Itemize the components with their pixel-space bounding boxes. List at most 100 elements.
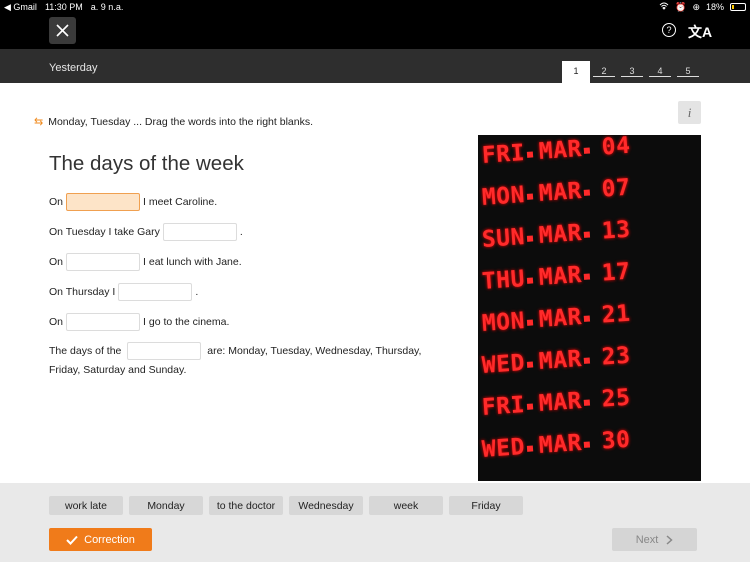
drop-blank-3[interactable] xyxy=(66,253,141,271)
led-row: WED MAR 30 xyxy=(481,427,633,463)
next-button[interactable]: Next xyxy=(612,528,697,551)
sentence-2: On Tuesday I take Gary . xyxy=(49,223,243,241)
page-tabs: 12345 xyxy=(562,61,702,83)
drop-blank-5[interactable] xyxy=(66,313,141,331)
word-chip[interactable]: to the doctor xyxy=(209,496,283,515)
wifi-icon xyxy=(659,2,669,12)
led-dot xyxy=(526,235,534,242)
help-icon: ? xyxy=(666,25,672,35)
led-marker xyxy=(632,140,633,158)
led-row: FRI MAR 25 xyxy=(481,385,633,421)
page-tab-2[interactable]: 2 xyxy=(590,61,618,83)
close-button[interactable] xyxy=(49,17,76,44)
led-date: 30 xyxy=(600,426,632,455)
page-tab-3[interactable]: 3 xyxy=(618,61,646,83)
led-dot xyxy=(526,361,534,368)
led-date: 17 xyxy=(600,258,632,287)
page-tab-1[interactable]: 1 xyxy=(562,61,590,83)
led-date: 13 xyxy=(600,216,632,245)
instruction: ⇆ Monday, Tuesday ... Drag the words int… xyxy=(34,115,313,129)
battery-level xyxy=(732,5,734,9)
page-tab-5[interactable]: 5 xyxy=(674,61,702,83)
sentence-text-before: On Tuesday I take Gary xyxy=(49,226,160,238)
word-bank-panel: work late Monday to the doctor Wednesday wee… xyxy=(0,483,750,562)
led-date: 25 xyxy=(600,384,632,413)
sentence-text-before: On Thursday I xyxy=(49,286,116,298)
instruction-text: Monday, Tuesday ... Drag the words into … xyxy=(48,115,313,128)
sentence-text-after: . xyxy=(195,286,199,298)
led-dot xyxy=(583,273,591,280)
page-tab-4[interactable]: 4 xyxy=(646,61,674,83)
top-bar: ? 文A xyxy=(0,14,750,49)
sentence-1: On I meet Caroline. xyxy=(49,193,217,211)
next-label: Next xyxy=(635,533,659,546)
word-chip[interactable]: work late xyxy=(49,496,123,515)
sentence-text-after: I eat lunch with Jane. xyxy=(143,256,242,268)
drag-swap-icon: ⇆ xyxy=(34,116,44,128)
led-day: MON xyxy=(481,308,526,337)
led-marker xyxy=(632,182,633,200)
led-dot xyxy=(583,357,591,364)
led-month: MAR xyxy=(538,178,583,207)
clock: 11:30 PM xyxy=(44,2,83,12)
drop-blank-4[interactable] xyxy=(118,283,193,301)
led-dot xyxy=(583,315,591,322)
led-day: FRI xyxy=(481,392,526,421)
word-chip[interactable]: Wednesday xyxy=(289,496,363,515)
led-marker xyxy=(632,266,633,284)
led-month: MAR xyxy=(538,346,583,375)
led-date: 23 xyxy=(600,342,632,371)
led-dot xyxy=(526,193,534,200)
word-chip[interactable]: week xyxy=(369,496,443,515)
lesson-title: Yesterday xyxy=(49,62,98,74)
sentence-text-before: On xyxy=(49,196,64,208)
led-dot xyxy=(526,319,534,326)
led-marker xyxy=(632,434,633,452)
word-chip[interactable]: Monday xyxy=(129,496,203,515)
led-day: FRI xyxy=(481,140,526,169)
led-month: MAR xyxy=(538,220,583,249)
status-bar: ◀ Gmail 11:30 PM a. 9 n.a. ⏰ ⊕ 18% xyxy=(0,0,750,14)
drop-blank-6[interactable] xyxy=(127,342,202,361)
drop-blank-1[interactable] xyxy=(66,193,141,211)
led-row: WED MAR 23 xyxy=(481,343,633,379)
led-dot xyxy=(583,399,591,406)
correction-button[interactable]: Correction xyxy=(49,528,152,551)
translate-button[interactable]: 文A xyxy=(688,22,712,42)
led-row: THU MAR 17 xyxy=(481,259,633,295)
led-month: MAR xyxy=(538,388,583,417)
lock-rotation-icon: ⊕ xyxy=(692,1,700,12)
led-date: 21 xyxy=(600,300,632,329)
sentence-text-before: The days of the xyxy=(49,345,122,357)
sentence-text-after: I go to the cinema. xyxy=(143,316,230,328)
translate-icon: 文A xyxy=(688,24,713,40)
led-date: 07 xyxy=(600,174,632,203)
led-day: WED xyxy=(481,350,526,379)
led-board-image: FRI MAR 04 MON MAR 07 SUN MAR 13 THU MAR 17 MON MAR 21… xyxy=(478,135,701,481)
help-button[interactable]: ? xyxy=(662,23,676,37)
led-dot xyxy=(526,151,534,158)
led-month: MAR xyxy=(538,136,583,165)
led-month: MAR xyxy=(538,430,583,459)
led-marker xyxy=(632,350,633,368)
sentence-6: The days of the are: Monday, Tuesday, We… xyxy=(49,342,449,380)
sentence-text-after: . xyxy=(239,226,243,238)
exercise-title: The days of the week xyxy=(49,152,244,175)
drop-blank-2[interactable] xyxy=(162,223,237,241)
led-month: MAR xyxy=(538,262,583,291)
led-dot xyxy=(583,231,591,238)
sentence-text-before: On xyxy=(49,316,64,328)
led-day: THU xyxy=(481,266,526,295)
led-dot xyxy=(583,147,591,154)
sentence-text-before: On xyxy=(49,256,64,268)
led-marker xyxy=(632,392,633,410)
back-to-gmail-link[interactable]: ◀ Gmail xyxy=(4,2,37,13)
led-marker xyxy=(632,224,633,242)
word-chip[interactable]: Friday xyxy=(449,496,523,515)
led-day: SUN xyxy=(481,224,526,253)
info-button[interactable]: i xyxy=(678,101,701,124)
led-dot xyxy=(583,189,591,196)
sentence-text-after: I meet Caroline. xyxy=(143,196,218,208)
battery-icon xyxy=(730,3,746,11)
correction-label: Correction xyxy=(84,533,135,546)
